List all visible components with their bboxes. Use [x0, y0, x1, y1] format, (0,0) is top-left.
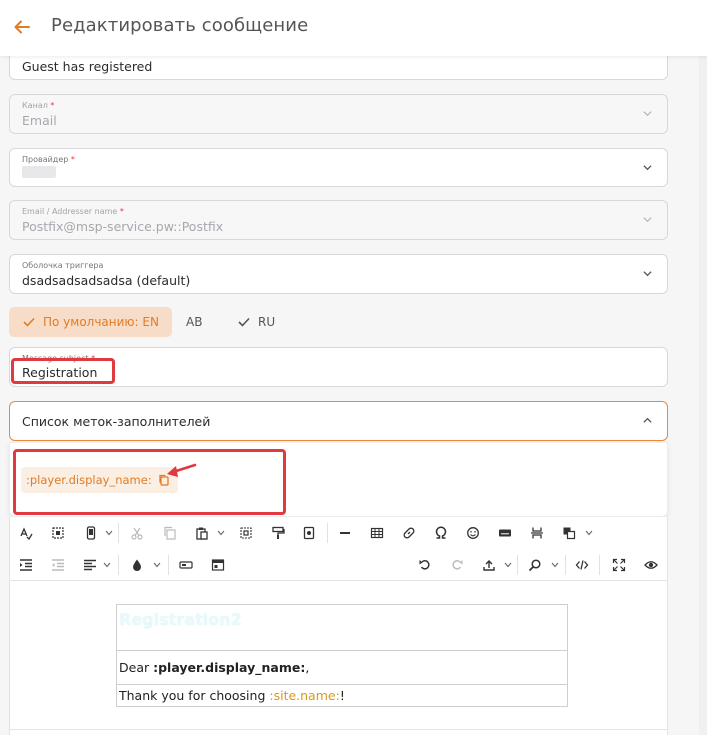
toolbar-divider: [168, 555, 169, 575]
chevron-down-icon[interactable]: [585, 530, 593, 536]
channel-label: Канал *: [22, 101, 55, 110]
button-insert-icon[interactable]: [177, 556, 195, 574]
text-color-icon[interactable]: [128, 556, 146, 574]
search-icon[interactable]: [526, 556, 544, 574]
chevron-up-icon: [643, 417, 652, 423]
paste-icon[interactable]: [193, 524, 211, 542]
fullscreen-icon[interactable]: [610, 556, 628, 574]
indent-icon[interactable]: [17, 556, 35, 574]
provider-select[interactable]: Провайдер *: [9, 148, 668, 187]
spellcheck-icon[interactable]: [17, 524, 35, 542]
special-character-icon[interactable]: [432, 524, 450, 542]
channel-value: Email: [22, 113, 57, 128]
toolbar-divider: [517, 555, 518, 575]
thanks-suffix: !: [339, 688, 345, 703]
email-title-cell: Registration2: [116, 604, 568, 651]
chevron-down-icon: [643, 164, 652, 170]
highlight-box-placeholders: [13, 449, 286, 515]
toolbar-divider: [118, 555, 119, 575]
outdent-icon[interactable]: [49, 556, 67, 574]
provider-label: Провайдер *: [22, 155, 75, 164]
toolbar-divider: [118, 523, 119, 543]
email-greeting-cell: Dear :player.display_name:,: [116, 650, 568, 685]
thanks-prefix: Thank you for choosing: [119, 688, 270, 703]
chevron-down-icon: [643, 217, 652, 223]
tab-label: RU: [258, 315, 276, 329]
select-block-icon[interactable]: [237, 524, 255, 542]
trigger-shell-value: dsadsadsadsadsa (default): [22, 273, 191, 288]
page-break-icon[interactable]: [528, 524, 546, 542]
redo-icon[interactable]: [448, 556, 466, 574]
channel-select: Канал * Email: [9, 94, 668, 134]
cut-icon[interactable]: [128, 524, 146, 542]
placeholder-list-header[interactable]: Список меток-заполнителей: [9, 401, 668, 441]
email-addresser-value: Postfix@msp-service.pw::Postfix: [22, 219, 224, 234]
greeting-suffix: ,: [305, 660, 310, 675]
emoji-icon[interactable]: [464, 524, 482, 542]
editor-toolbar: [9, 517, 668, 581]
arrow-left-icon[interactable]: [12, 17, 32, 37]
check-icon: [23, 317, 35, 327]
upload-icon[interactable]: [480, 556, 498, 574]
align-left-icon[interactable]: [81, 556, 99, 574]
copy-icon[interactable]: [161, 524, 179, 542]
chevron-down-icon[interactable]: [217, 530, 225, 536]
toolbar-row-1: [10, 517, 667, 549]
format-painter-icon[interactable]: [269, 524, 287, 542]
tab-label: AB: [186, 315, 203, 329]
message-name-value: Guest has registered: [22, 59, 153, 74]
annotation-arrow-icon: [167, 463, 197, 477]
chevron-down-icon[interactable]: [153, 562, 161, 568]
tab-default-en[interactable]: По умолчанию: EN: [9, 307, 172, 337]
document-icon[interactable]: [300, 524, 318, 542]
chevron-down-icon[interactable]: [103, 562, 111, 568]
undo-icon[interactable]: [416, 556, 434, 574]
trigger-shell-label: Оболочка триггера: [22, 261, 104, 270]
chevron-down-icon: [643, 271, 652, 277]
table-icon[interactable]: [368, 524, 386, 542]
email-template-table: Registration2 Dear :player.display_name:…: [116, 604, 568, 707]
page-title: Редактировать сообщение: [51, 15, 309, 36]
mobile-preview-icon[interactable]: [82, 524, 100, 542]
editor-content-area[interactable]: Registration2 Dear :player.display_name:…: [9, 581, 668, 735]
trigger-shell-select[interactable]: Оболочка триггера dsadsadsadsadsa (defau…: [9, 254, 668, 294]
keyboard-icon[interactable]: [496, 524, 514, 542]
thanks-placeholder: :site.name:: [269, 688, 340, 703]
tab-ru[interactable]: RU: [238, 307, 275, 337]
app-header: Редактировать сообщение: [0, 0, 707, 56]
link-icon[interactable]: [400, 524, 418, 542]
tab-ab[interactable]: AB: [186, 307, 202, 337]
highlight-box-subject: [11, 358, 115, 384]
template-icon[interactable]: [209, 556, 227, 574]
preview-eye-icon[interactable]: [642, 556, 660, 574]
source-code-icon[interactable]: [573, 556, 591, 574]
toolbar-divider: [599, 555, 600, 575]
editor-divider: [9, 729, 668, 730]
placeholder-list-title: Список меток-заполнителей: [22, 414, 211, 429]
toolbar-divider: [565, 555, 566, 575]
toolbar-row-2: [10, 549, 667, 581]
tab-label: По умолчанию: EN: [43, 315, 159, 329]
translate-icon[interactable]: [560, 524, 578, 542]
provider-value-blurred: [22, 166, 56, 178]
email-thanks-cell: Thank you for choosing :site.name:!: [116, 684, 568, 707]
chevron-down-icon: [643, 111, 652, 117]
email-addresser-select: Email / Addresser name * Postfix@msp-ser…: [9, 200, 668, 240]
check-icon: [238, 317, 250, 327]
greeting-prefix: Dear: [119, 660, 154, 675]
select-all-icon[interactable]: [49, 524, 67, 542]
horizontal-rule-icon[interactable]: [336, 524, 354, 542]
toolbar-divider: [327, 523, 328, 543]
email-addresser-label: Email / Addresser name *: [22, 207, 124, 216]
scrollbar[interactable]: [699, 56, 707, 735]
chevron-down-icon[interactable]: [504, 562, 512, 568]
chevron-down-icon[interactable]: [551, 562, 559, 568]
chevron-down-icon[interactable]: [105, 530, 113, 536]
greeting-placeholder: :player.display_name:: [153, 660, 306, 675]
